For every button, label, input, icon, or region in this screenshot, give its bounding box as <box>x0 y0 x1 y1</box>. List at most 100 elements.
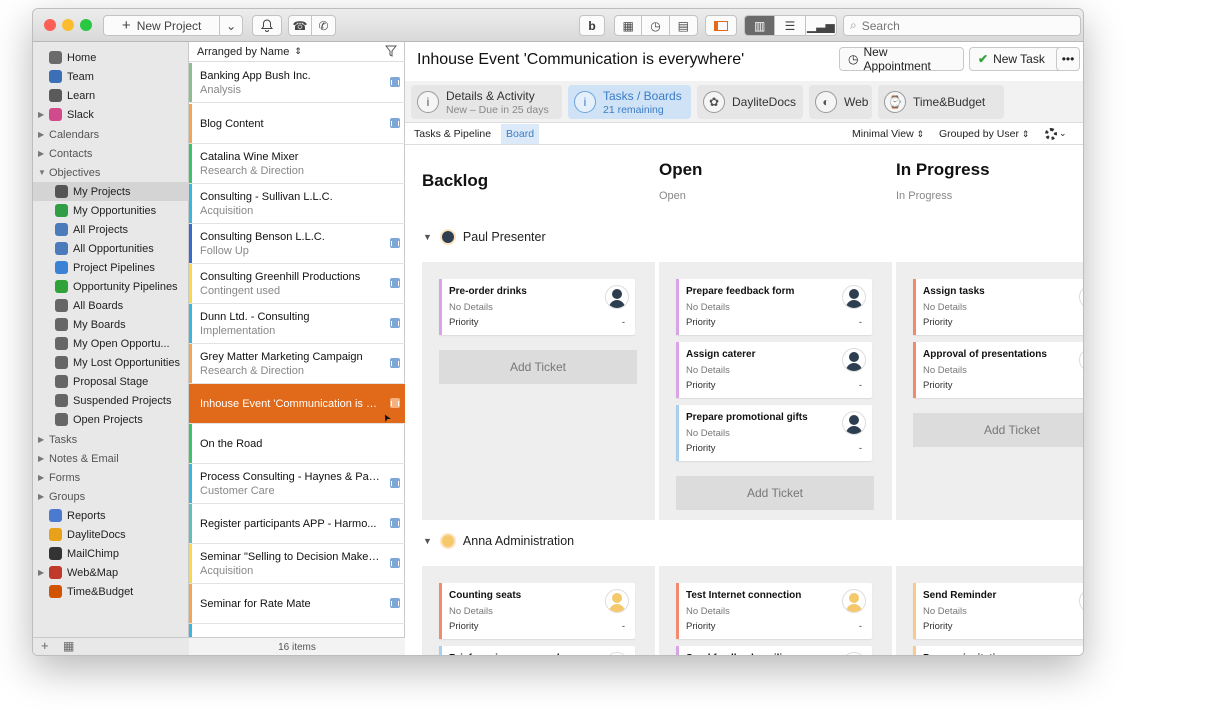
list-item[interactable]: Dunn Ltd. - Consulting Implementation <box>189 304 405 344</box>
sidebar-item-all-opportunities[interactable]: All Opportunities <box>33 239 189 258</box>
disclosure-right-icon[interactable]: ▶ <box>38 473 44 482</box>
list-item[interactable]: Consulting Greenhill Productions Continge… <box>189 264 405 304</box>
sidebar-item-reports[interactable]: Reports <box>33 506 189 525</box>
task-card[interactable]: Send feedback mailing <box>676 646 872 655</box>
calendar-icon[interactable]: ▦ <box>615 16 643 35</box>
sidebar-item-groups[interactable]: ▶ Groups <box>33 487 189 506</box>
list-item[interactable]: Process Consulting - Haynes & Par... Cust… <box>189 464 405 504</box>
user-group-header[interactable]: ▼ Paul Presenter <box>423 229 546 245</box>
disclosure-down-icon[interactable]: ▼ <box>423 536 432 546</box>
grouped-by-select[interactable]: Grouped by User ⇕ <box>939 128 1029 140</box>
list-view-icon[interactable]: ☰ <box>775 16 806 35</box>
minimal-view-select[interactable]: Minimal View ⇕ <box>852 128 924 140</box>
list-item[interactable]: Consulting - Sullivan L.L.C. Acquisition <box>189 184 405 224</box>
sidebar-toggle-icon[interactable] <box>705 15 737 36</box>
phone-icon[interactable]: ☎ <box>289 16 313 35</box>
task-card[interactable]: Approval of presentations No Details Prior… <box>913 342 1083 398</box>
disclosure-right-icon[interactable]: ▶ <box>38 568 44 577</box>
list-item[interactable]: Consulting Benson L.L.C. Follow Up <box>189 224 405 264</box>
disclosure-right-icon[interactable]: ▶ <box>38 435 44 444</box>
filter-icon[interactable] <box>384 45 398 60</box>
sidebar-item-my-projects[interactable]: My Projects <box>33 182 189 201</box>
call-log-icon[interactable]: ✆ <box>312 16 335 35</box>
tab-details-activity[interactable]: i Details & Activity New – Due in 25 days <box>411 85 562 119</box>
add-ticket-button[interactable]: Add Ticket <box>913 413 1083 447</box>
notifications-bell-icon[interactable] <box>252 15 282 36</box>
sidebar-item-time-budget[interactable]: Time&Budget <box>33 582 189 601</box>
list-item[interactable]: Register participants APP - Harmo... <box>189 504 405 544</box>
sidebar-item-forms[interactable]: ▶ Forms <box>33 468 189 487</box>
list-item[interactable]: Inhouse Event 'Communication is e... ➤ <box>189 384 405 424</box>
table-icon[interactable]: ▦ <box>63 639 74 653</box>
list-item[interactable]: On the Road <box>189 424 405 464</box>
sidebar-item-home[interactable]: Home <box>33 48 189 67</box>
disclosure-right-icon[interactable]: ▶ <box>38 492 44 501</box>
gear-icon[interactable]: ⌄ <box>1045 128 1067 143</box>
sidebar-item-tasks[interactable]: ▶ Tasks <box>33 430 189 449</box>
tasks-board-icon[interactable]: ▤ <box>670 16 697 35</box>
sidebar-item-all-boards[interactable]: All Boards <box>33 296 189 315</box>
timer-icon[interactable]: ◷ <box>642 16 670 35</box>
sidebar-item-slack[interactable]: ▶ Slack <box>33 105 189 124</box>
search-input[interactable] <box>861 18 1062 33</box>
tab-tasks-boards[interactable]: i Tasks / Boards 21 remaining <box>568 85 691 119</box>
task-card[interactable]: Prepare feedback form No Details Priority - <box>676 279 872 335</box>
sidebar-item-contacts[interactable]: ▶ Contacts <box>33 144 189 163</box>
sidebar-item-daylitedocs[interactable]: DayliteDocs <box>33 525 189 544</box>
sidebar-item-my-lost-opportunities[interactable]: My Lost Opportunities <box>33 353 189 372</box>
add-icon[interactable]: + <box>41 638 49 653</box>
sidebar-item-my-opportunities[interactable]: My Opportunities <box>33 201 189 220</box>
minimize-window-button[interactable] <box>62 19 74 31</box>
tab-daylitedocs[interactable]: ✿ DayliteDocs <box>697 85 803 119</box>
sidebar-item-team[interactable]: Team <box>33 67 189 86</box>
sidebar-item-calendars[interactable]: ▶ Calendars <box>33 125 189 144</box>
disclosure-right-icon[interactable]: ▶ <box>38 454 44 463</box>
sidebar-item-notes-email[interactable]: ▶ Notes & Email <box>33 449 189 468</box>
tab-board[interactable]: Board <box>501 123 540 144</box>
sidebar-item-my-open-opportu[interactable]: My Open Opportu... <box>33 334 189 353</box>
column-view-icon[interactable]: ▥ <box>745 16 776 35</box>
tab-time-budget[interactable]: ⌚ Time&Budget <box>878 85 1004 119</box>
task-card[interactable]: Brief service personnel <box>439 646 635 655</box>
disclosure-down-icon[interactable]: ▼ <box>38 168 46 177</box>
tab-tasks-pipeline[interactable]: Tasks & Pipeline <box>414 128 491 140</box>
sidebar-item-learn[interactable]: Learn <box>33 86 189 105</box>
task-card[interactable]: Test Internet connection No Details Priori… <box>676 583 872 639</box>
add-ticket-button[interactable]: Add Ticket <box>439 350 637 384</box>
add-ticket-button[interactable]: Add Ticket <box>676 476 874 510</box>
search-field[interactable]: ⌕ <box>843 15 1081 36</box>
new-project-button[interactable]: + New Project <box>104 16 221 35</box>
user-group-header[interactable]: ▼ Anna Administration <box>423 533 574 549</box>
new-appointment-button[interactable]: ◷ New Appointment <box>839 45 964 73</box>
sidebar-item-proposal-stage[interactable]: Proposal Stage <box>33 372 189 391</box>
sidebar-item-objectives[interactable]: ▼ Objectives <box>33 163 189 182</box>
task-card[interactable]: Prepare promotional gifts No Details Prior… <box>676 405 872 461</box>
list-item[interactable]: Banking App Bush Inc. Analysis <box>189 63 405 103</box>
task-card[interactable]: Pre-order drinks No Details Priority - <box>439 279 635 335</box>
sidebar-item-my-boards[interactable]: My Boards <box>33 315 189 334</box>
sidebar-item-opportunity-pipelines[interactable]: Opportunity Pipelines <box>33 277 189 296</box>
disclosure-down-icon[interactable]: ▼ <box>423 232 432 242</box>
sidebar-item-mailchimp[interactable]: MailChimp <box>33 544 189 563</box>
task-card[interactable]: Counting seats No Details Priority - <box>439 583 635 639</box>
task-card[interactable]: Assign tasks No Details Priority <box>913 279 1083 335</box>
sidebar-item-all-projects[interactable]: All Projects <box>33 220 189 239</box>
more-options-icon[interactable]: ••• <box>1056 47 1080 71</box>
chart-view-icon[interactable]: ▁▃▅ <box>806 16 836 35</box>
sidebar-item-project-pipelines[interactable]: Project Pipelines <box>33 258 189 277</box>
sidebar-item-web-map[interactable]: ▶ Web&Map <box>33 563 189 582</box>
list-item[interactable]: Grey Matter Marketing Campaign Research &… <box>189 344 405 384</box>
disclosure-right-icon[interactable]: ▶ <box>38 130 44 139</box>
daylite-logo-icon[interactable]: b <box>579 15 605 36</box>
list-item[interactable]: Catalina Wine Mixer Research & Direction <box>189 144 405 184</box>
sidebar-item-suspended-projects[interactable]: Suspended Projects <box>33 391 189 410</box>
zoom-window-button[interactable] <box>80 19 92 31</box>
task-card[interactable]: Send Reminder No Details Priority <box>913 583 1083 639</box>
tab-web[interactable]: ◐ Web <box>809 85 872 119</box>
close-window-button[interactable] <box>44 19 56 31</box>
disclosure-right-icon[interactable]: ▶ <box>38 110 44 119</box>
disclosure-right-icon[interactable]: ▶ <box>38 149 44 158</box>
list-sort-header[interactable]: Arranged by Name ⇕ <box>189 42 405 62</box>
task-card[interactable]: Assign caterer No Details Priority - <box>676 342 872 398</box>
list-item[interactable]: Seminar "Selling to Decision Maker... Acq… <box>189 544 405 584</box>
